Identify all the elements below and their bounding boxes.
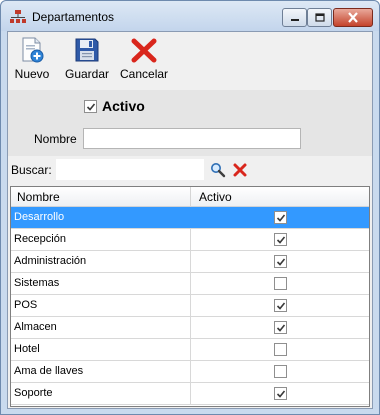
row-activo-cell [191,383,369,404]
table-row[interactable]: Ama de llaves [11,361,369,383]
form-panel: Activo Nombre [8,90,372,156]
row-activo-checkbox[interactable] [274,255,287,268]
row-nombre-cell: Hotel [11,339,191,360]
row-activo-checkbox[interactable] [274,277,287,290]
checkmark-icon [276,214,286,222]
departamentos-window: Departamentos Nuevo Guardar Cancelar Act… [0,0,380,415]
save-floppy-icon [75,38,99,62]
buscar-label: Buscar: [11,163,52,177]
row-activo-checkbox[interactable] [274,343,287,356]
minimize-icon [290,18,299,21]
nuevo-button[interactable]: Nuevo [12,36,52,86]
row-nombre-cell: Recepción [11,229,191,250]
client-area: Nuevo Guardar Cancelar Activo Nombre Bus… [7,31,373,409]
table-row[interactable]: Desarrollo [11,207,369,229]
row-nombre-cell: Desarrollo [11,207,191,228]
search-icon[interactable] [210,162,226,178]
minimize-button[interactable] [282,8,307,27]
row-activo-checkbox[interactable] [274,299,287,312]
new-document-icon [22,37,44,63]
row-nombre-cell: Sistemas [11,273,191,294]
table-row[interactable]: Recepción [11,229,369,251]
departments-grid[interactable]: Nombre Activo Desarrollo Recepción Adminis… [10,186,370,407]
row-activo-cell [191,207,369,228]
guardar-label: Guardar [64,67,110,81]
row-nombre-cell: Almacen [11,317,191,338]
cancelar-label: Cancelar [120,67,169,81]
row-nombre-cell: Ama de llaves [11,361,191,382]
table-row[interactable]: Sistemas [11,273,369,295]
close-button[interactable] [333,8,373,27]
row-activo-checkbox[interactable] [274,211,287,224]
table-row[interactable]: Soporte [11,383,369,405]
row-activo-cell [191,317,369,338]
nombre-label: Nombre [34,132,77,146]
table-row[interactable]: POS [11,295,369,317]
row-activo-cell [191,273,369,294]
toolbar: Nuevo Guardar Cancelar [8,32,372,88]
checkmark-icon [86,103,96,111]
table-row[interactable]: Administración [11,251,369,273]
maximize-icon [314,13,325,22]
row-activo-cell [191,295,369,316]
table-row[interactable]: Almacen [11,317,369,339]
checkmark-icon [276,236,286,244]
search-input[interactable] [56,159,204,180]
activo-label: Activo [102,98,145,114]
grid-header: Nombre Activo [11,187,369,207]
row-activo-checkbox[interactable] [274,387,287,400]
table-row[interactable]: Hotel [11,339,369,361]
checkmark-icon [276,258,286,266]
row-activo-checkbox[interactable] [274,233,287,246]
row-activo-cell [191,361,369,382]
cancel-x-icon [131,38,157,63]
search-bar: Buscar: [8,156,372,182]
clear-search-icon[interactable] [232,162,248,178]
title-bar[interactable]: Departamentos [1,1,379,31]
column-header-activo[interactable]: Activo [191,187,369,207]
row-activo-cell [191,251,369,272]
nuevo-label: Nuevo [14,67,50,81]
network-departments-icon [10,10,26,23]
column-header-nombre[interactable]: Nombre [11,187,191,207]
activo-checkbox[interactable] [84,100,97,113]
row-activo-cell [191,229,369,250]
checkmark-icon [276,390,286,398]
nombre-input[interactable] [83,128,301,149]
window-title: Departamentos [32,10,115,24]
maximize-button[interactable] [307,8,332,27]
row-nombre-cell: Administración [11,251,191,272]
cancelar-button[interactable]: Cancelar [120,36,168,86]
row-activo-checkbox[interactable] [274,365,287,378]
row-nombre-cell: Soporte [11,383,191,404]
row-nombre-cell: POS [11,295,191,316]
row-activo-checkbox[interactable] [274,321,287,334]
checkmark-icon [276,324,286,332]
checkmark-icon [276,302,286,310]
row-activo-cell [191,339,369,360]
guardar-button[interactable]: Guardar [63,36,111,86]
close-icon [348,12,358,23]
